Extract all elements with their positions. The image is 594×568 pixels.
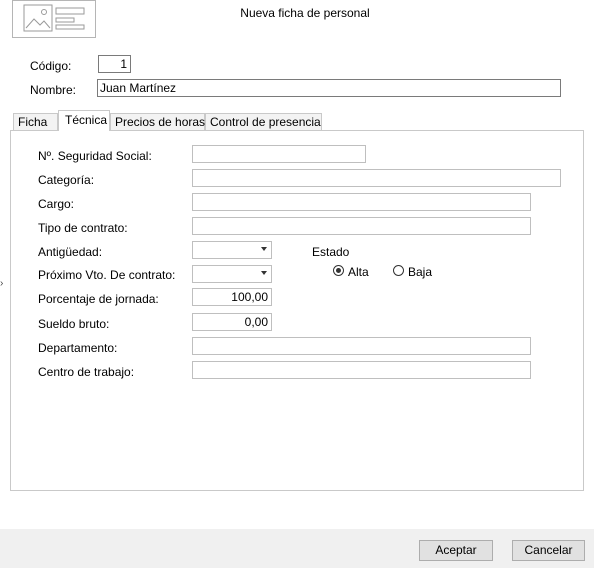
seguridad-social-field[interactable] [192,145,366,163]
estado-baja-label[interactable]: Baja [408,265,432,279]
categoria-label: Categoría: [38,173,95,187]
centro-trabajo-label: Centro de trabajo: [38,365,135,379]
cargo-label: Cargo: [38,197,75,211]
estado-label: Estado [312,245,350,259]
tipo-contrato-field[interactable] [192,217,531,235]
nombre-field[interactable]: Juan Martínez [97,79,561,97]
departamento-field[interactable] [192,337,531,355]
tab-precios-de-horas[interactable]: Precios de horas [110,113,205,130]
centro-trabajo-field[interactable] [192,361,531,379]
estado-alta-label[interactable]: Alta [348,265,369,279]
estado-baja-radio[interactable] [393,265,404,276]
sueldo-bruto-field[interactable]: 0,00 [192,313,272,331]
nombre-label: Nombre: [30,83,77,97]
cancel-button[interactable]: Cancelar [512,540,585,561]
estado-alta-radio[interactable] [333,265,344,276]
chevron-right-icon[interactable]: › [0,278,3,289]
radio-selected-dot [336,268,341,273]
codigo-label: Código: [30,59,72,73]
departamento-label: Departamento: [38,341,118,355]
seguridad-social-label: Nº. Seguridad Social: [38,149,152,163]
antiguedad-label: Antigüedad: [38,245,103,259]
sueldo-bruto-label: Sueldo bruto: [38,317,110,331]
accept-button[interactable]: Aceptar [419,540,493,561]
proximo-vto-date-picker[interactable] [192,265,272,283]
tipo-contrato-label: Tipo de contrato: [38,221,128,235]
proximo-vto-label: Próximo Vto. De contrato: [38,268,176,282]
chevron-down-icon[interactable] [261,271,267,275]
categoria-field[interactable] [192,169,561,187]
tab-tecnica[interactable]: Técnica [58,110,110,131]
porcentaje-jornada-label: Porcentaje de jornada: [38,292,159,306]
antiguedad-date-picker[interactable] [192,241,272,259]
cargo-field[interactable] [192,193,531,211]
window-title: Nueva ficha de personal [240,6,370,20]
chevron-down-icon[interactable] [261,247,267,251]
tab-control-de-presencia[interactable]: Control de presencia [205,113,322,130]
tab-ficha[interactable]: Ficha [13,113,58,130]
footer-bar [0,529,594,568]
porcentaje-jornada-field[interactable]: 100,00 [192,288,272,306]
codigo-field[interactable]: 1 [98,55,131,73]
